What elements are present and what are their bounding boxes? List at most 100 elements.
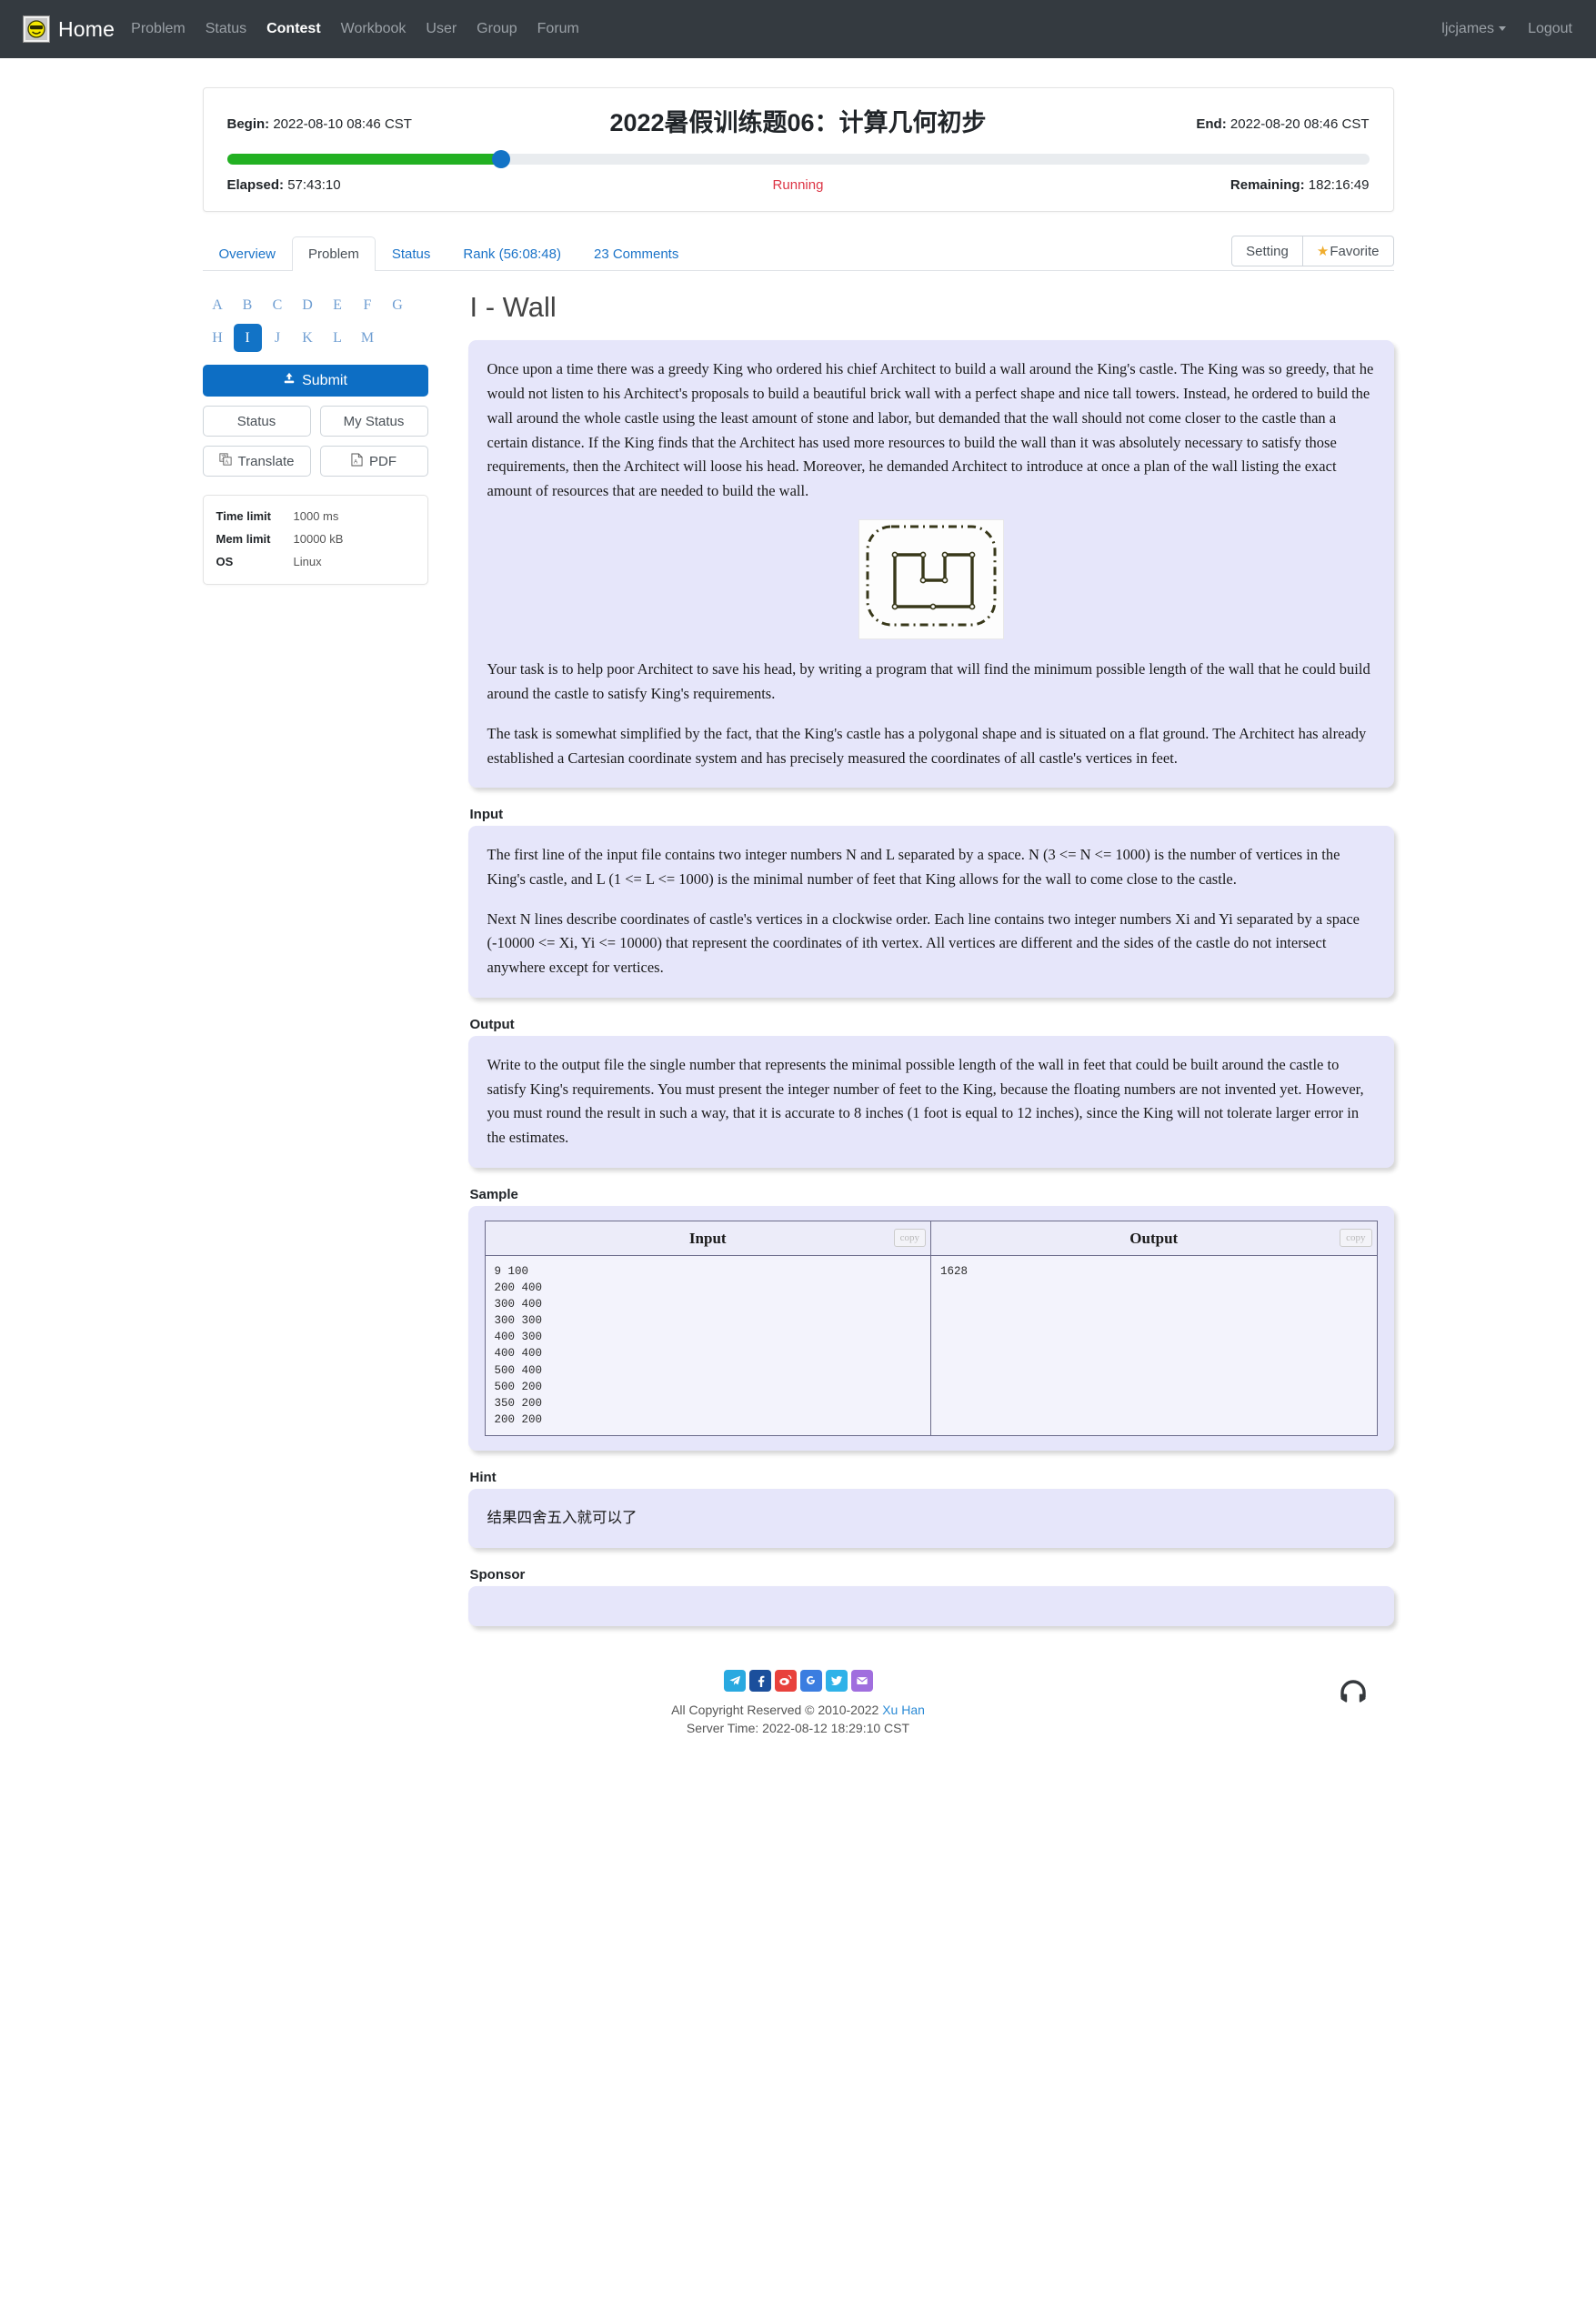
sample-output-header-label: Output	[1129, 1229, 1179, 1247]
submit-label: Submit	[302, 372, 347, 388]
description-paragraph-3: The task is somewhat simplified by the f…	[487, 724, 1367, 767]
contest-begin: Begin: 2022-08-10 08:46 CST	[227, 108, 491, 132]
setting-button[interactable]: Setting	[1231, 236, 1303, 267]
copy-input-button[interactable]: copy	[893, 1229, 926, 1248]
tab-status[interactable]: Status	[376, 236, 447, 271]
sample-input-cell: 9 100 200 400 300 400 300 300 400 300 40…	[484, 1254, 931, 1437]
problem-letter-h[interactable]: H	[204, 324, 232, 352]
contest-header-card: Begin: 2022-08-10 08:46 CST 2022暑假训练题06：…	[202, 87, 1394, 213]
tab-problem[interactable]: Problem	[292, 236, 376, 272]
nav-item-user[interactable]: User	[426, 21, 457, 37]
upload-icon	[283, 372, 296, 389]
headphones-icon[interactable]	[1338, 1677, 1369, 1712]
contest-begin-label: Begin:	[226, 116, 270, 132]
google-icon[interactable]	[799, 1669, 822, 1692]
contest-begin-value: 2022-08-10 08:46 CST	[273, 116, 412, 132]
os-value: Linux	[293, 555, 322, 569]
twitter-icon[interactable]	[825, 1669, 848, 1692]
copyright-prefix: All Copyright Reserved © 2010-2022	[671, 1702, 883, 1717]
contest-elapsed: Elapsed: 57:43:10	[227, 177, 491, 193]
chevron-down-icon	[1499, 26, 1507, 32]
sample-input-header-label: Input	[688, 1229, 727, 1247]
output-paragraph-1: Write to the output file the single numb…	[487, 1055, 1364, 1147]
input-panel: The first line of the input file contain…	[467, 826, 1394, 998]
nav-item-problem[interactable]: Problem	[131, 21, 186, 37]
translate-button[interactable]: 文A Translate	[202, 446, 311, 477]
input-paragraph-1: The first line of the input file contain…	[487, 846, 1340, 889]
progress-fill	[226, 154, 501, 166]
user-menu[interactable]: ljcjames	[1441, 21, 1507, 37]
time-limit-key: Time limit	[216, 509, 271, 524]
social-links	[203, 1669, 1394, 1692]
hint-text: 结果四舍五入就可以了	[487, 1509, 637, 1527]
nav-links: Problem Status Contest Workbook User Gro…	[131, 21, 579, 37]
copy-output-button[interactable]: copy	[1340, 1229, 1372, 1248]
contest-remaining: Remaining: 182:16:49	[1106, 177, 1370, 193]
figure-container	[487, 518, 1375, 640]
description-paragraph-1: Once upon a time there was a greedy King…	[487, 360, 1374, 499]
translate-icon: 文A	[218, 453, 232, 469]
contest-end: End: 2022-08-20 08:46 CST	[1106, 108, 1369, 132]
page-title: I - Wall	[469, 291, 557, 324]
svg-text:A: A	[225, 460, 229, 466]
sample-section-label: Sample	[469, 1186, 518, 1202]
email-icon[interactable]	[850, 1669, 873, 1692]
nav-item-group[interactable]: Group	[477, 21, 517, 37]
problem-letter-j[interactable]: J	[264, 324, 292, 352]
submit-button[interactable]: Submit	[202, 365, 428, 397]
tab-actions: Setting ★Favorite	[1231, 236, 1394, 267]
status-button-row: Status My Status	[202, 406, 428, 437]
contest-header-bottom: Elapsed: 57:43:10 Running Remaining: 182…	[227, 177, 1370, 193]
my-status-button[interactable]: My Status	[319, 406, 428, 437]
input-paragraph-2: Next N lines describe coordinates of cas…	[487, 909, 1360, 977]
problem-letter-e[interactable]: E	[324, 291, 352, 319]
star-icon: ★	[1316, 244, 1330, 260]
nav-item-status[interactable]: Status	[206, 21, 246, 37]
sponsor-panel	[467, 1585, 1394, 1626]
favorite-label: Favorite	[1330, 244, 1380, 260]
problem-letter-f[interactable]: F	[354, 291, 382, 319]
problem-letter-d[interactable]: D	[294, 291, 322, 319]
page-container: Begin: 2022-08-10 08:46 CST 2022暑假训练题06：…	[202, 58, 1394, 1766]
favorite-button[interactable]: ★Favorite	[1302, 236, 1394, 267]
tab-rank[interactable]: Rank (56:08:48)	[447, 236, 577, 271]
facebook-icon[interactable]	[748, 1669, 771, 1692]
problem-letter-k[interactable]: K	[294, 324, 322, 352]
problem-letter-i[interactable]: I	[233, 324, 262, 353]
top-navbar: Home Problem Status Contest Workbook Use…	[0, 0, 1596, 58]
nav-item-forum[interactable]: Forum	[537, 21, 579, 37]
problem-letter-g[interactable]: G	[384, 291, 412, 319]
tab-comments[interactable]: 23 Comments	[577, 236, 695, 271]
problem-letter-b[interactable]: B	[234, 291, 262, 319]
problem-main: I - Wall Once upon a time there was a gr…	[467, 291, 1394, 1626]
tab-overview[interactable]: Overview	[203, 236, 293, 271]
hint-section-label: Hint	[469, 1470, 497, 1486]
weibo-icon[interactable]	[774, 1669, 797, 1692]
sample-output-cell: 1628	[930, 1254, 1378, 1437]
copyright-author-link[interactable]: Xu Han	[882, 1703, 925, 1717]
info-row-mem-limit: Mem limit 10000 kB	[216, 528, 415, 550]
problem-letter-l[interactable]: L	[324, 324, 352, 352]
sample-table-header-row: Input copy Output copy	[484, 1220, 1378, 1256]
problem-letter-m[interactable]: M	[354, 324, 382, 352]
contest-title: 2022暑假训练题06：计算几何初步	[609, 109, 987, 136]
status-button[interactable]: Status	[202, 406, 311, 437]
telegram-icon[interactable]	[723, 1669, 746, 1692]
logout-link[interactable]: Logout	[1528, 21, 1572, 37]
server-time-line: Server Time: 2022-08-12 18:29:10 CST	[686, 1720, 910, 1735]
contest-end-label: End:	[1196, 116, 1227, 132]
contest-remaining-label: Remaining:	[1230, 177, 1305, 194]
problem-letter-a[interactable]: A	[204, 291, 232, 319]
brand-home-link[interactable]: Home	[24, 16, 115, 42]
problem-description-panel: Once upon a time there was a greedy King…	[467, 340, 1394, 789]
pdf-button[interactable]: A PDF	[319, 446, 428, 477]
nav-item-contest[interactable]: Contest	[266, 21, 321, 37]
problem-letter-c[interactable]: C	[264, 291, 292, 319]
nav-item-workbook[interactable]: Workbook	[341, 21, 407, 37]
sample-table: Input copy Output copy 9 100 200 400 300…	[484, 1220, 1378, 1437]
content-columns: A B C D E F G H I J K L M Submit Status …	[202, 271, 1394, 1626]
problem-limits-card: Time limit 1000 ms Mem limit 10000 kB OS…	[202, 495, 428, 586]
svg-text:A: A	[354, 459, 357, 465]
problem-letter-list: A B C D E F G H I J K L M	[203, 291, 428, 357]
contest-elapsed-value: 57:43:10	[287, 177, 341, 194]
